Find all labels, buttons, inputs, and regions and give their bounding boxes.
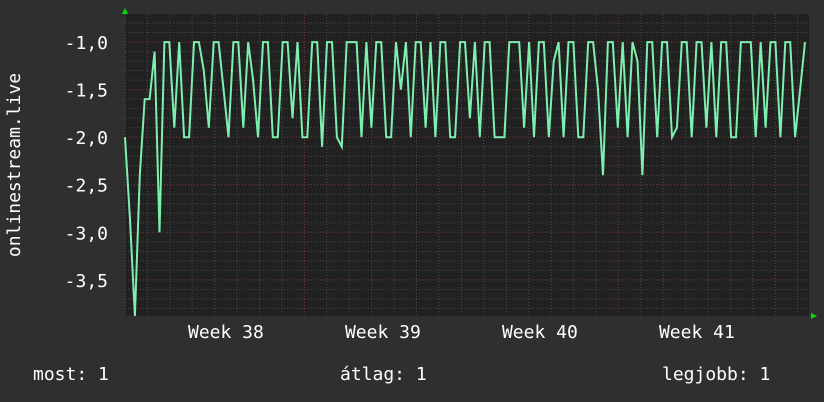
- x-tick-label: Week 40: [502, 322, 578, 343]
- legend-max: legjobb: 1: [662, 364, 771, 385]
- y-tick-label: -2,5: [65, 176, 108, 197]
- legend-average: átlag: 1: [340, 364, 427, 385]
- y-tick-label: -3,0: [65, 223, 108, 244]
- x-tick-label: Week 39: [345, 322, 421, 343]
- y-tick-label: -1,0: [65, 33, 108, 54]
- y-tick-label: -3,5: [65, 271, 108, 292]
- x-axis-arrow-icon: [811, 313, 817, 319]
- y-axis-label: onlinestream.live: [4, 73, 25, 257]
- x-tick-label: Week 41: [659, 322, 735, 343]
- chart: -1,0 -1,5 -2,0 -2,5 -3,0 -3,5 Week 38 Week 39 We…: [4, 8, 817, 343]
- legend-current: most: 1: [33, 364, 109, 385]
- y-tick-label: -1,5: [65, 81, 108, 102]
- y-tick-label: -2,0: [65, 128, 108, 149]
- x-tick-label: Week 38: [188, 322, 264, 343]
- y-axis-arrow-icon: [122, 8, 128, 14]
